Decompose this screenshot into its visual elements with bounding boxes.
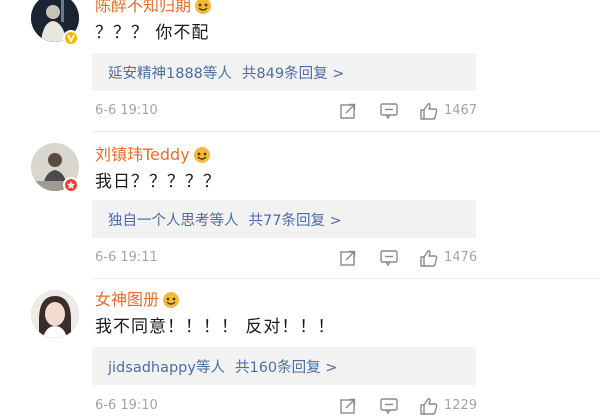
replies-users: 独自一个人思考等人: [108, 212, 239, 229]
divider: [92, 131, 600, 132]
replies-users: jidsadhappy等人: [108, 359, 225, 376]
verified-badge-icon: [63, 177, 79, 193]
username[interactable]: 女神图册: [95, 290, 180, 310]
username[interactable]: 刘镇玮Teddy: [95, 145, 211, 165]
comment-text: ？？？ 你不配: [95, 23, 210, 43]
comment-actions: 1467: [337, 100, 477, 122]
replies-users: 延安精神1888等人: [108, 65, 232, 82]
replies-count[interactable]: 共849条回复 >: [242, 62, 344, 83]
share-icon[interactable]: [337, 102, 359, 120]
like-icon[interactable]: [418, 102, 440, 121]
username-label[interactable]: 女神图册: [95, 290, 159, 310]
share-icon[interactable]: [337, 249, 359, 267]
like-icon[interactable]: [418, 397, 440, 416]
like-count: 1476: [444, 250, 478, 265]
replies-preview[interactable]: jidsadhappy等人 共160条回复 >: [92, 347, 476, 385]
avatar[interactable]: [31, 290, 79, 338]
emoji-badge-icon: [193, 147, 210, 163]
replies-count[interactable]: 共77条回复 >: [249, 209, 342, 230]
replies-count[interactable]: 共160条回复 >: [235, 356, 337, 377]
share-icon[interactable]: [337, 397, 359, 415]
replies-preview[interactable]: 延安精神1888等人 共849条回复 >: [92, 53, 476, 91]
like-icon[interactable]: [418, 249, 440, 268]
verified-badge-icon: [63, 30, 79, 46]
comment-feed: 陈醉不知归期 ？？？ 你不配 延安精神1888等人 共849条回复 > 6-6 …: [0, 0, 600, 418]
comment-time: 6-6 19:10: [95, 398, 158, 413]
comment-actions: 1476: [337, 247, 477, 269]
username[interactable]: 陈醉不知归期: [95, 0, 212, 16]
comment-text: 我不同意！！！！ 反对！！！: [95, 317, 336, 337]
emoji-badge-icon: [163, 292, 180, 308]
comment-time: 6-6 19:10: [95, 103, 158, 118]
comment-icon[interactable]: [378, 397, 400, 415]
username-label[interactable]: 陈醉不知归期: [95, 0, 191, 16]
comment-icon[interactable]: [378, 249, 400, 267]
emoji-badge-icon: [195, 0, 212, 14]
divider: [92, 278, 600, 279]
like-count: 1467: [444, 103, 478, 118]
username-label[interactable]: 刘镇玮Teddy: [95, 145, 190, 165]
comment-text: 我日？？？？？: [95, 172, 221, 192]
comment-actions: 1229: [337, 395, 477, 417]
replies-preview[interactable]: 独自一个人思考等人 共77条回复 >: [92, 200, 476, 238]
like-count: 1229: [444, 398, 478, 413]
comment-icon[interactable]: [378, 102, 400, 120]
comment-time: 6-6 19:11: [95, 250, 158, 265]
